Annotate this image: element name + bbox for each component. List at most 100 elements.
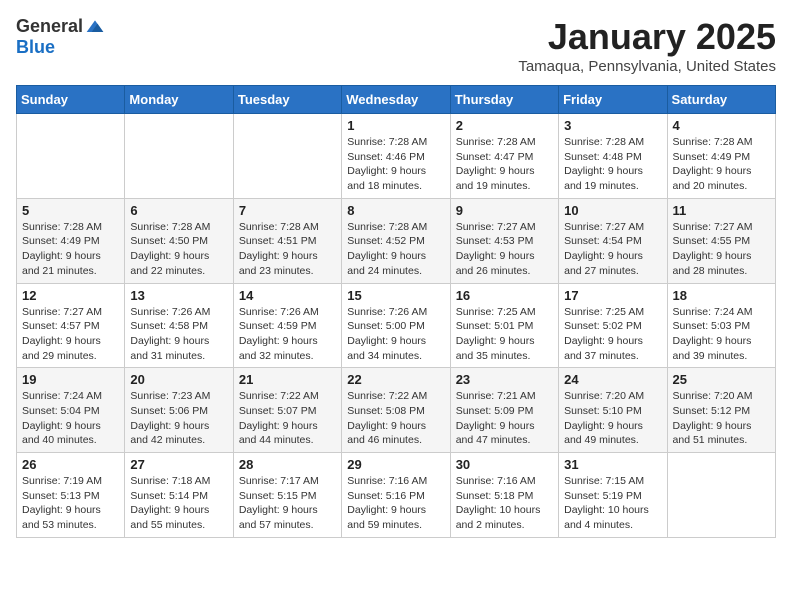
calendar-cell: 19 Sunrise: 7:24 AM Sunset: 5:04 PM Dayli… bbox=[17, 368, 125, 453]
day-info: Sunrise: 7:17 AM Sunset: 5:15 PM Dayligh… bbox=[239, 474, 336, 533]
calendar-table: SundayMondayTuesdayWednesdayThursdayFrid… bbox=[16, 85, 776, 538]
calendar-cell bbox=[125, 114, 233, 199]
day-number: 24 bbox=[564, 372, 661, 387]
calendar-cell: 31 Sunrise: 7:15 AM Sunset: 5:19 PM Dayli… bbox=[559, 453, 667, 538]
calendar-cell: 11 Sunrise: 7:27 AM Sunset: 4:55 PM Dayli… bbox=[667, 198, 775, 283]
calendar-cell: 24 Sunrise: 7:20 AM Sunset: 5:10 PM Dayli… bbox=[559, 368, 667, 453]
calendar-cell: 25 Sunrise: 7:20 AM Sunset: 5:12 PM Dayli… bbox=[667, 368, 775, 453]
day-info: Sunrise: 7:28 AM Sunset: 4:51 PM Dayligh… bbox=[239, 220, 336, 279]
calendar-cell: 9 Sunrise: 7:27 AM Sunset: 4:53 PM Daylig… bbox=[450, 198, 558, 283]
day-number: 26 bbox=[22, 457, 119, 472]
day-info: Sunrise: 7:25 AM Sunset: 5:01 PM Dayligh… bbox=[456, 305, 553, 364]
day-number: 11 bbox=[673, 203, 770, 218]
weekday-header-sunday: Sunday bbox=[17, 86, 125, 114]
day-number: 4 bbox=[673, 118, 770, 133]
day-info: Sunrise: 7:16 AM Sunset: 5:16 PM Dayligh… bbox=[347, 474, 444, 533]
day-number: 9 bbox=[456, 203, 553, 218]
day-number: 30 bbox=[456, 457, 553, 472]
day-info: Sunrise: 7:28 AM Sunset: 4:49 PM Dayligh… bbox=[673, 135, 770, 194]
location-title: Tamaqua, Pennsylvania, United States bbox=[518, 58, 776, 75]
calendar-cell bbox=[233, 114, 341, 199]
day-info: Sunrise: 7:27 AM Sunset: 4:57 PM Dayligh… bbox=[22, 305, 119, 364]
calendar-week-4: 19 Sunrise: 7:24 AM Sunset: 5:04 PM Dayli… bbox=[17, 368, 776, 453]
month-title: January 2025 bbox=[518, 16, 776, 58]
day-number: 22 bbox=[347, 372, 444, 387]
calendar-cell: 28Sunrise: 7:17 AM Sunset: 5:15 PM Dayli… bbox=[233, 453, 341, 538]
day-info: Sunrise: 7:20 AM Sunset: 5:12 PM Dayligh… bbox=[673, 389, 770, 448]
weekday-header-wednesday: Wednesday bbox=[342, 86, 450, 114]
day-number: 14 bbox=[239, 288, 336, 303]
day-number: 2 bbox=[456, 118, 553, 133]
day-info: Sunrise: 7:26 AM Sunset: 4:59 PM Dayligh… bbox=[239, 305, 336, 364]
day-number: 5 bbox=[22, 203, 119, 218]
calendar-cell: 10 Sunrise: 7:27 AM Sunset: 4:54 PM Dayli… bbox=[559, 198, 667, 283]
title-block: January 2025 Tamaqua, Pennsylvania, Unit… bbox=[518, 16, 776, 75]
calendar-cell: 1 Sunrise: 7:28 AM Sunset: 4:46 PM Daylig… bbox=[342, 114, 450, 199]
day-info: Sunrise: 7:27 AM Sunset: 4:53 PM Dayligh… bbox=[456, 220, 553, 279]
calendar-cell: 18Sunrise: 7:24 AM Sunset: 5:03 PM Dayli… bbox=[667, 283, 775, 368]
day-info: Sunrise: 7:28 AM Sunset: 4:50 PM Dayligh… bbox=[130, 220, 227, 279]
day-info: Sunrise: 7:15 AM Sunset: 5:19 PM Dayligh… bbox=[564, 474, 661, 533]
day-info: Sunrise: 7:22 AM Sunset: 5:07 PM Dayligh… bbox=[239, 389, 336, 448]
calendar-cell: 12 Sunrise: 7:27 AM Sunset: 4:57 PM Dayli… bbox=[17, 283, 125, 368]
calendar-cell: 26 Sunrise: 7:19 AM Sunset: 5:13 PM Dayli… bbox=[17, 453, 125, 538]
day-number: 7 bbox=[239, 203, 336, 218]
day-number: 19 bbox=[22, 372, 119, 387]
page-header: General Blue January 2025 Tamaqua, Penns… bbox=[16, 16, 776, 75]
day-info: Sunrise: 7:22 AM Sunset: 5:08 PM Dayligh… bbox=[347, 389, 444, 448]
day-info: Sunrise: 7:26 AM Sunset: 5:00 PM Dayligh… bbox=[347, 305, 444, 364]
day-number: 31 bbox=[564, 457, 661, 472]
day-number: 3 bbox=[564, 118, 661, 133]
calendar-cell: 16 Sunrise: 7:25 AM Sunset: 5:01 PM Dayli… bbox=[450, 283, 558, 368]
calendar-cell: 6 Sunrise: 7:28 AM Sunset: 4:50 PM Daylig… bbox=[125, 198, 233, 283]
day-number: 23 bbox=[456, 372, 553, 387]
calendar-cell: 30Sunrise: 7:16 AM Sunset: 5:18 PM Dayli… bbox=[450, 453, 558, 538]
calendar-week-2: 5 Sunrise: 7:28 AM Sunset: 4:49 PM Daylig… bbox=[17, 198, 776, 283]
day-info: Sunrise: 7:28 AM Sunset: 4:49 PM Dayligh… bbox=[22, 220, 119, 279]
day-info: Sunrise: 7:24 AM Sunset: 5:04 PM Dayligh… bbox=[22, 389, 119, 448]
day-info: Sunrise: 7:28 AM Sunset: 4:46 PM Dayligh… bbox=[347, 135, 444, 194]
calendar-cell: 22 Sunrise: 7:22 AM Sunset: 5:08 PM Dayli… bbox=[342, 368, 450, 453]
weekday-header-row: SundayMondayTuesdayWednesdayThursdayFrid… bbox=[17, 86, 776, 114]
day-info: Sunrise: 7:28 AM Sunset: 4:52 PM Dayligh… bbox=[347, 220, 444, 279]
day-info: Sunrise: 7:21 AM Sunset: 5:09 PM Dayligh… bbox=[456, 389, 553, 448]
calendar-cell: 4 Sunrise: 7:28 AM Sunset: 4:49 PM Daylig… bbox=[667, 114, 775, 199]
calendar-cell: 15Sunrise: 7:26 AM Sunset: 5:00 PM Dayli… bbox=[342, 283, 450, 368]
day-number: 10 bbox=[564, 203, 661, 218]
day-number: 17 bbox=[564, 288, 661, 303]
calendar-week-3: 12 Sunrise: 7:27 AM Sunset: 4:57 PM Dayli… bbox=[17, 283, 776, 368]
day-info: Sunrise: 7:19 AM Sunset: 5:13 PM Dayligh… bbox=[22, 474, 119, 533]
calendar-cell: 20Sunrise: 7:23 AM Sunset: 5:06 PM Dayli… bbox=[125, 368, 233, 453]
logo-blue-text: Blue bbox=[16, 37, 55, 58]
day-number: 1 bbox=[347, 118, 444, 133]
day-number: 6 bbox=[130, 203, 227, 218]
day-number: 16 bbox=[456, 288, 553, 303]
day-number: 8 bbox=[347, 203, 444, 218]
logo: General Blue bbox=[16, 16, 105, 58]
calendar-cell: 27Sunrise: 7:18 AM Sunset: 5:14 PM Dayli… bbox=[125, 453, 233, 538]
day-number: 13 bbox=[130, 288, 227, 303]
day-info: Sunrise: 7:18 AM Sunset: 5:14 PM Dayligh… bbox=[130, 474, 227, 533]
calendar-cell: 3Sunrise: 7:28 AM Sunset: 4:48 PM Daylig… bbox=[559, 114, 667, 199]
day-number: 12 bbox=[22, 288, 119, 303]
calendar-cell: 5 Sunrise: 7:28 AM Sunset: 4:49 PM Daylig… bbox=[17, 198, 125, 283]
calendar-cell bbox=[667, 453, 775, 538]
weekday-header-tuesday: Tuesday bbox=[233, 86, 341, 114]
logo-icon bbox=[85, 17, 105, 37]
day-number: 29 bbox=[347, 457, 444, 472]
calendar-cell: 7 Sunrise: 7:28 AM Sunset: 4:51 PM Daylig… bbox=[233, 198, 341, 283]
weekday-header-saturday: Saturday bbox=[667, 86, 775, 114]
day-info: Sunrise: 7:20 AM Sunset: 5:10 PM Dayligh… bbox=[564, 389, 661, 448]
day-number: 18 bbox=[673, 288, 770, 303]
calendar-cell: 8 Sunrise: 7:28 AM Sunset: 4:52 PM Daylig… bbox=[342, 198, 450, 283]
day-number: 25 bbox=[673, 372, 770, 387]
calendar-week-1: 1 Sunrise: 7:28 AM Sunset: 4:46 PM Daylig… bbox=[17, 114, 776, 199]
calendar-week-5: 26 Sunrise: 7:19 AM Sunset: 5:13 PM Dayli… bbox=[17, 453, 776, 538]
weekday-header-thursday: Thursday bbox=[450, 86, 558, 114]
day-info: Sunrise: 7:27 AM Sunset: 4:54 PM Dayligh… bbox=[564, 220, 661, 279]
calendar-cell bbox=[17, 114, 125, 199]
day-info: Sunrise: 7:27 AM Sunset: 4:55 PM Dayligh… bbox=[673, 220, 770, 279]
calendar-cell: 21Sunrise: 7:22 AM Sunset: 5:07 PM Dayli… bbox=[233, 368, 341, 453]
calendar-cell: 13Sunrise: 7:26 AM Sunset: 4:58 PM Dayli… bbox=[125, 283, 233, 368]
logo-general-text: General bbox=[16, 16, 83, 37]
